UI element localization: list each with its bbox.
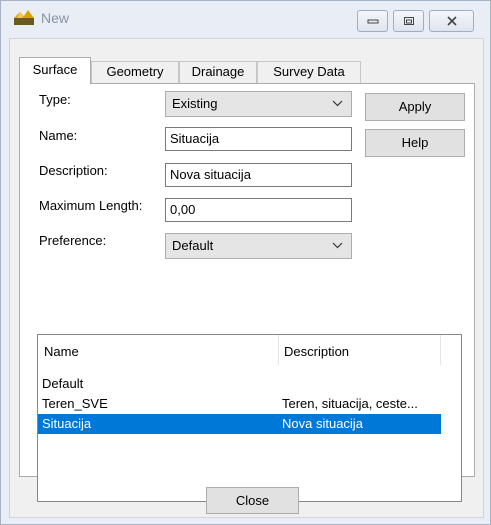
close-button[interactable]: Close bbox=[206, 487, 299, 514]
type-value: Existing bbox=[172, 96, 218, 111]
list-item-selected[interactable]: Situacija Nova situacija bbox=[38, 414, 441, 434]
column-header-name[interactable]: Name bbox=[38, 335, 278, 369]
tab-survey-data[interactable]: Survey Data bbox=[257, 61, 361, 83]
description-label: Description: bbox=[39, 163, 108, 178]
name-input[interactable]: Situacija bbox=[165, 127, 352, 151]
tab-surface[interactable]: Surface bbox=[19, 57, 91, 84]
help-button[interactable]: Help bbox=[365, 129, 465, 157]
row-name: Situacija bbox=[42, 416, 92, 431]
tab-drainage[interactable]: Drainage bbox=[179, 61, 257, 83]
app-icon bbox=[14, 10, 34, 25]
title-bar[interactable]: New bbox=[1, 1, 490, 37]
preference-label: Preference: bbox=[39, 233, 107, 248]
close-window-button[interactable] bbox=[429, 10, 474, 32]
chevron-down-icon bbox=[332, 100, 343, 107]
maximize-button[interactable] bbox=[393, 10, 424, 32]
chevron-down-icon bbox=[332, 242, 343, 249]
minimize-button[interactable] bbox=[357, 10, 388, 32]
row-description: Nova situacija bbox=[282, 416, 363, 431]
type-dropdown[interactable]: Existing bbox=[165, 91, 352, 117]
list-item[interactable]: Teren_SVE Teren, situacija, ceste... bbox=[38, 394, 441, 414]
row-name: Default bbox=[42, 376, 84, 391]
row-description: Teren, situacija, ceste... bbox=[282, 396, 418, 411]
column-header-description[interactable]: Description bbox=[278, 335, 440, 369]
maximum-length-label: Maximum Length: bbox=[39, 198, 143, 213]
surface-tab-panel: Type: Existing Name: Situacija Descripti… bbox=[19, 83, 475, 502]
window-title: New bbox=[41, 10, 70, 26]
list-item[interactable]: Default bbox=[38, 374, 441, 394]
close-icon bbox=[446, 16, 457, 26]
apply-button[interactable]: Apply bbox=[365, 93, 465, 121]
dialog-window: New Surface Geometry Drainage Survey Dat… bbox=[0, 0, 491, 525]
maximize-icon bbox=[403, 17, 414, 25]
minimize-icon bbox=[367, 19, 378, 24]
type-label: Type: bbox=[39, 92, 71, 107]
name-label: Name: bbox=[39, 128, 78, 143]
preference-dropdown[interactable]: Default bbox=[165, 233, 352, 259]
maximum-length-input[interactable]: 0,00 bbox=[165, 198, 352, 222]
row-name: Teren_SVE bbox=[42, 396, 108, 411]
description-input[interactable]: Nova situacija bbox=[165, 163, 352, 187]
preference-value: Default bbox=[172, 238, 214, 253]
column-divider bbox=[440, 335, 441, 365]
tab-geometry[interactable]: Geometry bbox=[91, 61, 179, 83]
surface-list[interactable]: Name Description Default Teren_SVE Teren… bbox=[37, 334, 462, 502]
dialog-client-area: Surface Geometry Drainage Survey Data Ty… bbox=[9, 38, 484, 518]
